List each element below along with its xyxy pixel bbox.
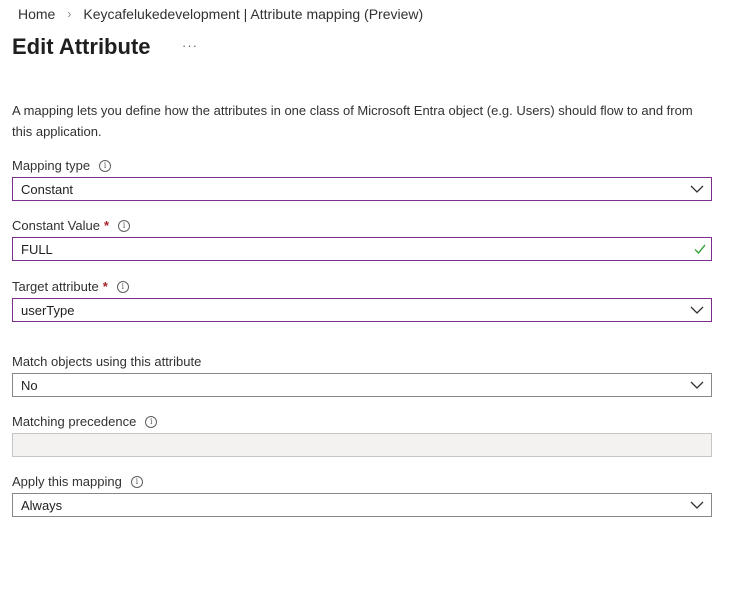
apply-mapping-dropdown[interactable]: Always (12, 493, 712, 517)
constant-value-input[interactable]: FULL (12, 237, 712, 261)
matching-precedence-label: Matching precedence i (12, 414, 158, 429)
target-attribute-value: userType (21, 302, 75, 318)
description-text: A mapping lets you define how the attrib… (12, 103, 693, 139)
required-marker: * (102, 279, 108, 294)
breadcrumb: Home › Keycafelukedevelopment | Attribut… (18, 6, 423, 22)
chevron-down-icon (690, 381, 704, 389)
breadcrumb-current[interactable]: Keycafelukedevelopment | Attribute mappi… (83, 6, 423, 22)
info-icon[interactable]: i (116, 280, 129, 293)
match-objects-dropdown[interactable]: No (12, 373, 712, 397)
apply-mapping-label: Apply this mapping i (12, 474, 143, 489)
chevron-down-icon (690, 501, 704, 509)
apply-mapping-value: Always (21, 497, 63, 513)
breadcrumb-home[interactable]: Home (18, 6, 55, 22)
checkmark-icon (694, 244, 706, 255)
constant-value-label: Constant Value * i (12, 218, 130, 233)
info-icon[interactable]: i (118, 219, 130, 232)
required-marker: * (103, 218, 109, 233)
info-icon[interactable]: i (130, 475, 143, 488)
chevron-down-icon (690, 185, 704, 193)
constant-value-text: FULL (21, 241, 53, 257)
matching-precedence-input (12, 433, 712, 457)
match-objects-value: No (21, 377, 38, 393)
mapping-type-dropdown[interactable]: Constant (12, 177, 712, 201)
target-attribute-dropdown[interactable]: userType (12, 298, 712, 322)
info-icon[interactable]: i (145, 415, 158, 428)
target-attribute-label: Target attribute * i (12, 279, 129, 294)
mapping-type-value: Constant (21, 181, 74, 197)
chevron-down-icon (690, 306, 704, 314)
chevron-right-icon: › (67, 7, 72, 21)
more-options-icon[interactable]: ··· (182, 38, 198, 53)
match-objects-label: Match objects using this attribute (12, 354, 202, 369)
page-title: Edit Attribute (12, 34, 151, 59)
info-icon[interactable]: i (99, 159, 112, 172)
mapping-type-label: Mapping type i (12, 158, 112, 173)
